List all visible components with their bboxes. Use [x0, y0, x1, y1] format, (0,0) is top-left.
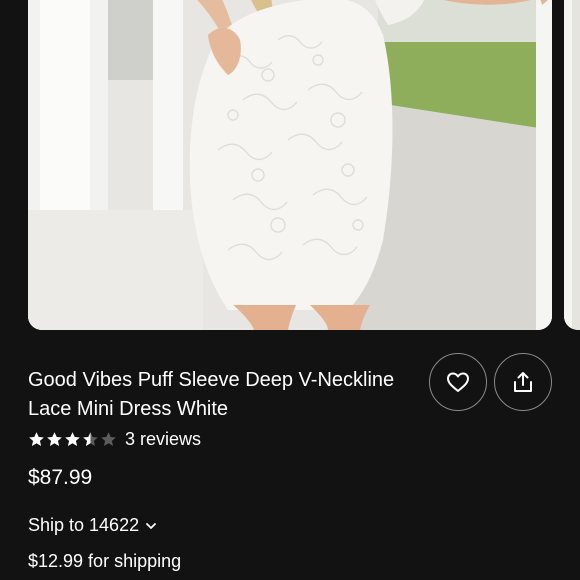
- next-photo-thumbnail[interactable]: [564, 0, 580, 330]
- star-half-icon: [83, 432, 98, 446]
- ship-to-label: Ship to 14622: [28, 515, 140, 535]
- reviews-link[interactable]: 3 reviews: [125, 429, 201, 450]
- product-title: Good Vibes Puff Sleeve Deep V-Neckline L…: [28, 369, 395, 420]
- shipping-cost: $12.99 for shipping: [28, 551, 182, 571]
- star-filled-icon: [47, 432, 62, 446]
- product-photo[interactable]: [28, 0, 552, 330]
- heart-icon: [447, 372, 469, 392]
- product-photo-image: [28, 0, 552, 330]
- star-empty-icon: [101, 432, 116, 446]
- price: $87.99: [28, 466, 93, 489]
- star-filled-icon: [29, 432, 44, 446]
- ship-to-selector[interactable]: Ship to 14622: [28, 515, 157, 536]
- like-button[interactable]: [429, 353, 487, 411]
- share-icon: [514, 372, 532, 392]
- chevron-down-icon: [146, 522, 156, 529]
- star-rating: [28, 431, 117, 448]
- rating-row[interactable]: 3 reviews: [28, 429, 201, 450]
- star-filled-icon: [65, 432, 80, 446]
- next-photo-image: [564, 0, 580, 330]
- share-button[interactable]: [494, 353, 552, 411]
